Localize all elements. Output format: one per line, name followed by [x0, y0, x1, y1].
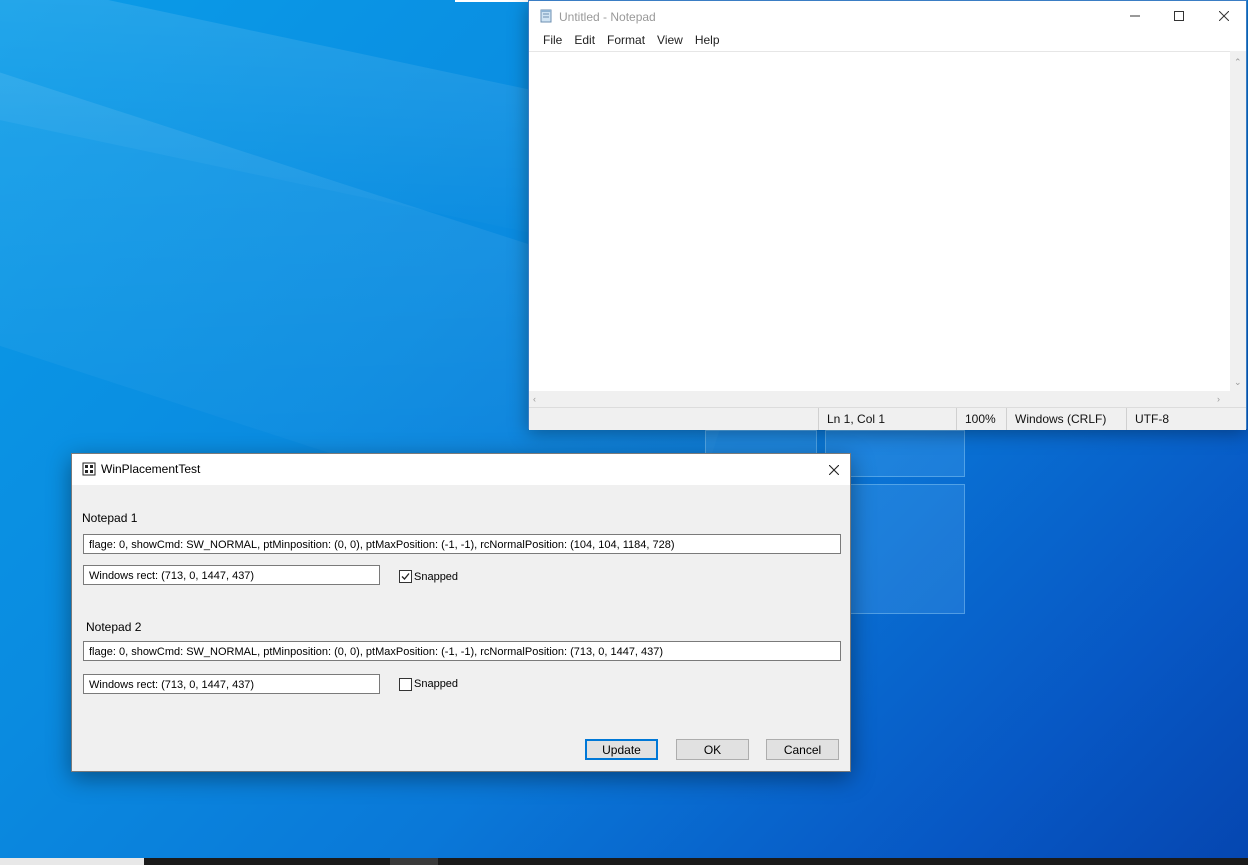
cancel-button[interactable]: Cancel [766, 739, 839, 760]
taskbar-active-app[interactable] [390, 858, 438, 865]
dialog-close-button[interactable] [818, 454, 850, 485]
close-icon [1219, 11, 1229, 21]
notepad-icon [540, 9, 552, 23]
close-icon [829, 464, 839, 475]
scrollbar-corner [1230, 391, 1246, 407]
ok-button[interactable]: OK [676, 739, 749, 760]
desktop-edge [455, 0, 529, 2]
notepad1-rect-field[interactable]: Windows rect: (713, 0, 1447, 437) [83, 565, 380, 585]
update-button[interactable]: Update [585, 739, 658, 760]
maximize-icon [1174, 11, 1184, 21]
status-bar: Ln 1, Col 1 100% Windows (CRLF) UTF-8 [529, 407, 1246, 430]
taskbar[interactable] [0, 858, 1248, 865]
horizontal-scrollbar[interactable]: ‹ › [529, 391, 1231, 407]
close-button[interactable] [1201, 1, 1247, 31]
minimize-icon [1130, 15, 1140, 17]
notepad-menubar: File Edit Format View Help [529, 31, 1246, 51]
status-encoding: UTF-8 [1126, 408, 1246, 430]
scroll-left-icon[interactable]: ‹ [533, 394, 536, 404]
notepad2-snapped-checkbox[interactable] [399, 678, 412, 691]
notepad1-placement-field[interactable]: flage: 0, showCmd: SW_NORMAL, ptMinposit… [83, 534, 841, 554]
notepad-window[interactable]: Untitled - Notepad File Edit Format View… [528, 0, 1247, 430]
notepad1-label: Notepad 1 [82, 511, 138, 525]
status-zoom: 100% [956, 408, 1006, 430]
window-title: Untitled - Notepad [559, 10, 656, 24]
notepad2-placement-field[interactable]: flage: 0, showCmd: SW_NORMAL, ptMinposit… [83, 641, 841, 661]
notepad1-snapped-label: Snapped [414, 571, 459, 583]
minimize-button[interactable] [1112, 1, 1158, 31]
notepad2-snapped-label: Snapped [414, 678, 459, 690]
notepad1-snapped-checkbox[interactable] [399, 570, 412, 583]
maximize-button[interactable] [1156, 1, 1202, 31]
winplacementtest-dialog[interactable]: WinPlacementTest Notepad 1 flage: 0, sho… [71, 453, 851, 772]
menu-edit[interactable]: Edit [568, 31, 601, 51]
scroll-right-icon[interactable]: › [1217, 394, 1220, 404]
menu-view[interactable]: View [651, 31, 689, 51]
notepad2-label: Notepad 2 [86, 620, 142, 634]
text-editor-area[interactable] [529, 51, 1231, 392]
vertical-scrollbar[interactable]: ⌃ ⌄ [1230, 51, 1246, 391]
windows-logo-pane [850, 484, 965, 614]
status-cursor-position: Ln 1, Col 1 [818, 408, 956, 430]
dialog-titlebar[interactable]: WinPlacementTest [72, 454, 850, 485]
menu-format[interactable]: Format [601, 31, 651, 51]
dialog-title: WinPlacementTest [101, 462, 201, 476]
notepad-titlebar[interactable]: Untitled - Notepad [529, 1, 1246, 31]
scroll-down-icon[interactable]: ⌄ [1234, 377, 1242, 387]
menu-help[interactable]: Help [689, 31, 726, 51]
menu-file[interactable]: File [537, 31, 568, 51]
status-line-ending: Windows (CRLF) [1006, 408, 1126, 430]
checkmark-icon [401, 573, 410, 580]
taskbar-search-area[interactable] [0, 858, 144, 865]
scroll-up-icon[interactable]: ⌃ [1234, 57, 1242, 67]
notepad2-rect-field[interactable]: Windows rect: (713, 0, 1447, 437) [83, 674, 380, 694]
app-icon [82, 462, 96, 476]
